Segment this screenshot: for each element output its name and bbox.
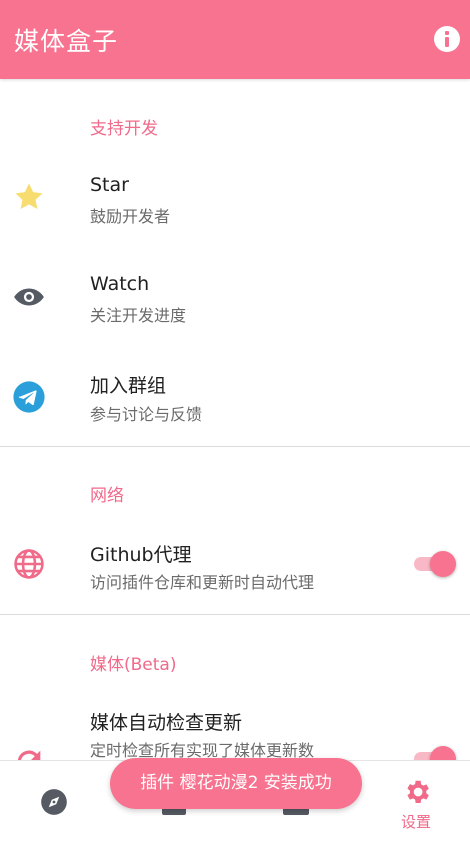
- nav-item-discover[interactable]: [0, 761, 110, 841]
- item-title: 媒体自动检查更新: [90, 712, 243, 734]
- telegram-icon: [13, 381, 45, 413]
- item-title: 加入群组: [90, 375, 167, 397]
- app-title: 媒体盒子: [14, 27, 119, 56]
- toast-message: 插件 樱花动漫2 安装成功: [110, 758, 362, 809]
- section-title-network: 网络: [90, 486, 124, 506]
- nav-item-settings[interactable]: 设置: [380, 761, 460, 841]
- eye-icon: [14, 288, 44, 306]
- item-title: Watch: [90, 273, 150, 295]
- info-button[interactable]: [434, 26, 460, 52]
- item-subtitle: 关注开发进度: [90, 306, 187, 325]
- github-proxy-toggle[interactable]: [410, 551, 456, 577]
- list-item-auto-update[interactable]: 媒体自动检查更新 定时检查所有实现了媒体更新数: [0, 700, 470, 760]
- item-subtitle: 访问插件仓库和更新时自动代理: [90, 573, 315, 592]
- app-bar: 媒体盒子: [0, 0, 470, 79]
- list-item-group[interactable]: 加入群组 参与讨论与反馈: [0, 360, 470, 434]
- divider: [0, 446, 470, 447]
- section-title-media: 媒体(Beta): [90, 655, 177, 675]
- compass-icon: [41, 789, 67, 815]
- item-title: Star: [90, 174, 129, 196]
- star-icon: [15, 183, 43, 210]
- list-item-github-proxy[interactable]: Github代理 访问插件仓库和更新时自动代理: [0, 530, 470, 604]
- item-subtitle: 鼓励开发者: [90, 207, 171, 226]
- divider: [0, 614, 470, 615]
- nav-label-settings: 设置: [401, 813, 432, 831]
- section-title-support: 支持开发: [90, 119, 158, 139]
- list-item-watch[interactable]: Watch 关注开发进度: [0, 260, 470, 334]
- item-subtitle: 参与讨论与反馈: [90, 405, 203, 424]
- item-subtitle: 定时检查所有实现了媒体更新数: [90, 741, 315, 760]
- refresh-icon: [17, 750, 41, 760]
- globe-icon: [14, 549, 44, 579]
- gear-icon: [407, 780, 429, 803]
- item-title: Github代理: [90, 544, 192, 566]
- auto-update-toggle[interactable]: [410, 746, 456, 760]
- list-item-star[interactable]: Star 鼓励开发者: [0, 160, 470, 234]
